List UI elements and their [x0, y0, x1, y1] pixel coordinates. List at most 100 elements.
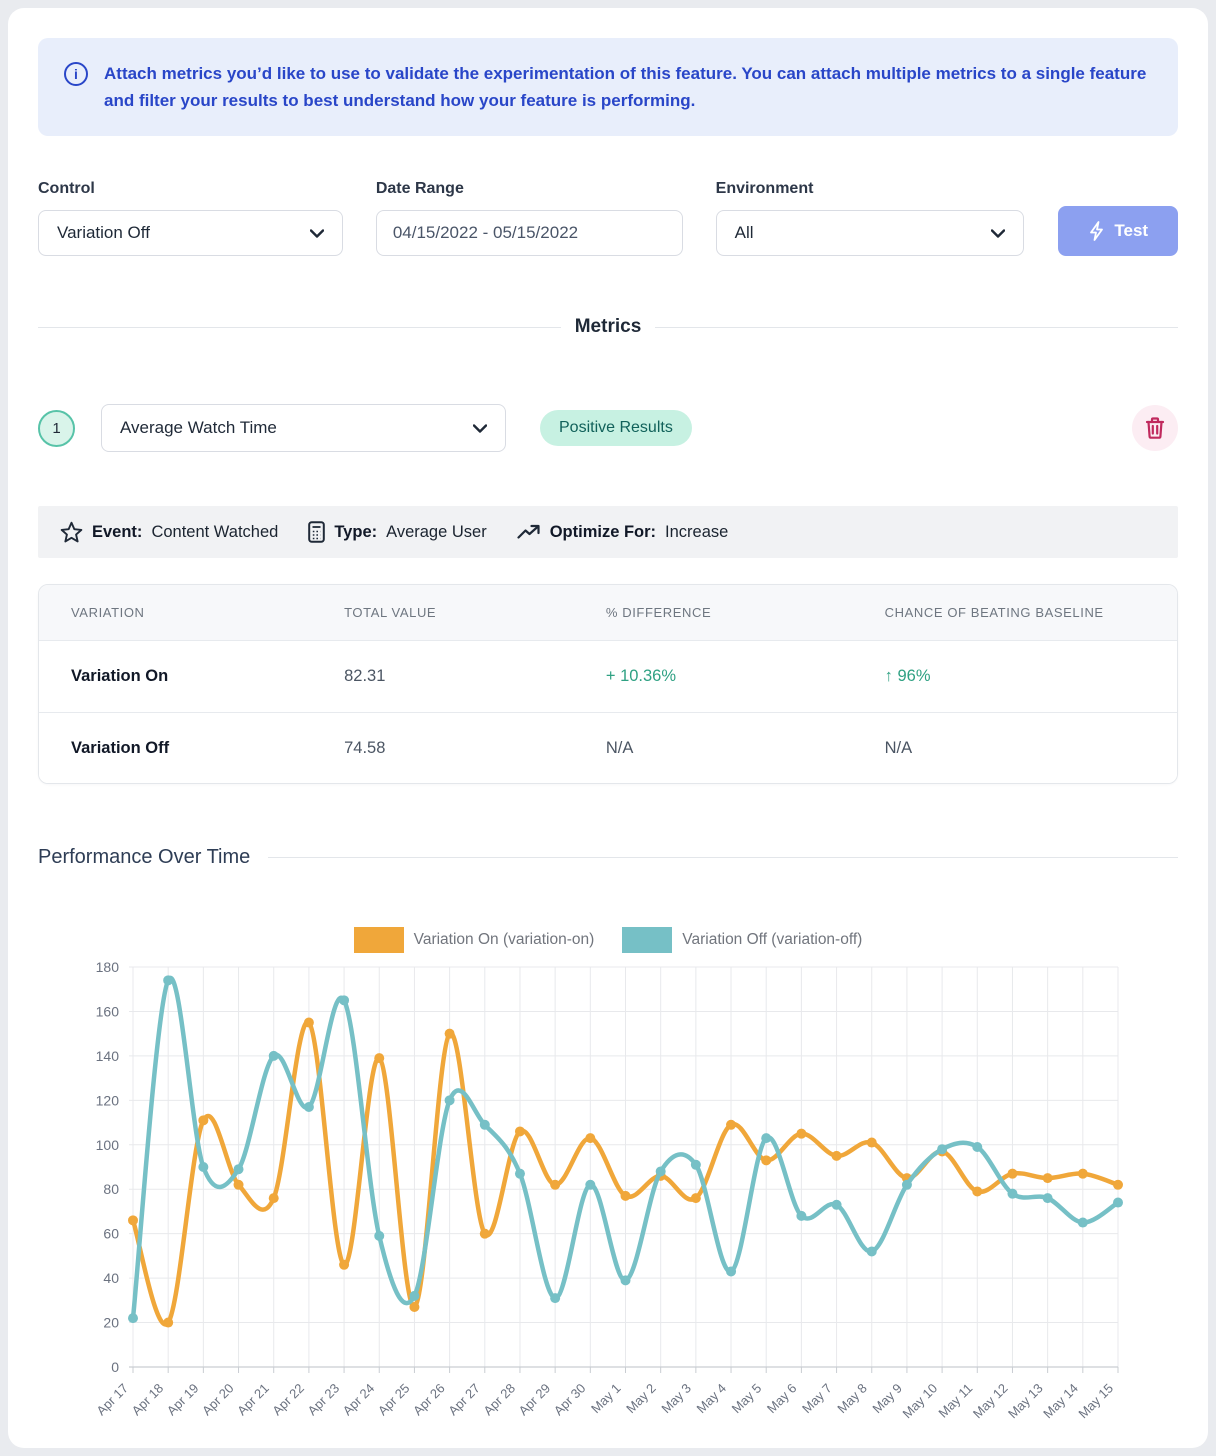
y-axis-tick-label: 140 [96, 1048, 120, 1064]
x-axis-tick-label: May 12 [970, 1381, 1011, 1422]
info-icon: i [64, 62, 88, 86]
metric-index-badge: 1 [38, 410, 75, 447]
date-range-input[interactable] [376, 210, 683, 256]
data-point [937, 1144, 947, 1154]
table-header-row: VARIATION TOTAL VALUE % DIFFERENCE CHANC… [39, 585, 1177, 641]
feature-metrics-panel: i Attach metrics you’d like to use to va… [8, 8, 1208, 1448]
performance-section-title: Performance Over Time [38, 846, 250, 869]
data-point [374, 1053, 384, 1063]
data-point [832, 1151, 842, 1161]
environment-select[interactable]: All [716, 210, 1025, 256]
event-value: Content Watched [151, 523, 278, 542]
control-select[interactable]: Variation Off [38, 210, 343, 256]
column-header-total-value: TOTAL VALUE [312, 605, 574, 620]
data-point [691, 1193, 701, 1203]
column-header-difference: % DIFFERENCE [574, 605, 853, 620]
x-axis-tick-label: May 14 [1040, 1381, 1081, 1422]
data-point [972, 1142, 982, 1152]
x-axis-tick-label: May 8 [834, 1381, 870, 1417]
data-point [409, 1291, 419, 1301]
data-point [480, 1229, 490, 1239]
data-point [269, 1193, 279, 1203]
data-point [480, 1120, 490, 1130]
chart-legend: Variation On (variation-on) Variation Of… [38, 927, 1178, 953]
x-axis-tick-label: Apr 17 [93, 1381, 131, 1419]
optimize-for-label: Optimize For: [550, 523, 656, 542]
x-axis-tick-label: Apr 24 [340, 1381, 378, 1419]
type-value: Average User [386, 523, 487, 542]
metrics-section-title: Metrics [575, 316, 642, 338]
data-point [726, 1266, 736, 1276]
y-axis-tick-label: 40 [103, 1270, 119, 1286]
x-axis-tick-label: May 13 [1005, 1381, 1046, 1422]
data-point [339, 1260, 349, 1270]
date-range-label: Date Range [376, 180, 683, 198]
x-axis-tick-label: Apr 27 [445, 1381, 483, 1419]
x-axis-tick-label: Apr 25 [375, 1381, 413, 1419]
metric-select[interactable]: Average Watch Time [101, 404, 506, 452]
chevron-down-icon [991, 229, 1005, 238]
x-axis-tick-label: Apr 19 [164, 1381, 202, 1419]
y-axis-tick-label: 180 [96, 959, 120, 975]
data-point [163, 975, 173, 985]
data-point [304, 1018, 314, 1028]
lightning-bolt-icon [1088, 221, 1105, 241]
legend-item-variation-off[interactable]: Variation Off (variation-off) [622, 927, 862, 953]
total-value: 74.58 [312, 739, 574, 758]
y-axis-tick-label: 0 [111, 1359, 119, 1375]
environment-select-value: All [735, 223, 754, 243]
chevron-down-icon [473, 424, 487, 433]
chart-grid: 020406080100120140160180Apr 17Apr 18Apr … [93, 959, 1118, 1421]
x-axis-tick-label: May 1 [588, 1381, 624, 1417]
data-point [796, 1129, 806, 1139]
results-table: VARIATION TOTAL VALUE % DIFFERENCE CHANC… [38, 584, 1178, 784]
variation-name: Variation On [39, 667, 312, 686]
data-point [867, 1246, 877, 1256]
test-button[interactable]: Test [1058, 206, 1178, 256]
data-point [269, 1051, 279, 1061]
x-axis-tick-label: May 5 [729, 1381, 765, 1417]
legend-item-variation-on[interactable]: Variation On (variation-on) [354, 927, 595, 953]
x-axis-tick-label: May 3 [658, 1381, 694, 1417]
data-point [515, 1126, 525, 1136]
data-point [1078, 1218, 1088, 1228]
data-point [198, 1162, 208, 1172]
data-point [585, 1180, 595, 1190]
optimize-for-value: Increase [665, 523, 728, 542]
y-axis-tick-label: 80 [103, 1181, 119, 1197]
type-label: Type: [334, 523, 377, 542]
type-detail: Type: Average User [308, 521, 486, 543]
environment-label: Environment [716, 180, 1025, 198]
event-detail: Event: Content Watched [60, 521, 278, 543]
column-header-chance: CHANCE OF BEATING BASELINE [853, 605, 1177, 620]
data-point [445, 1095, 455, 1105]
data-point [691, 1160, 701, 1170]
calculator-icon [308, 521, 325, 543]
x-axis-tick-label: May 2 [623, 1381, 659, 1417]
data-point [1113, 1198, 1123, 1208]
data-point [796, 1211, 806, 1221]
info-banner: i Attach metrics you’d like to use to va… [38, 38, 1178, 136]
data-point [761, 1155, 771, 1165]
metric-details-bar: Event: Content Watched Type: Average Use… [38, 506, 1178, 558]
legend-label-variation-on: Variation On (variation-on) [414, 931, 595, 949]
data-point [445, 1029, 455, 1039]
trending-up-icon [517, 524, 541, 540]
trash-icon [1144, 416, 1166, 440]
legend-label-variation-off: Variation Off (variation-off) [682, 931, 862, 949]
data-point [656, 1166, 666, 1176]
chevron-down-icon [310, 229, 324, 238]
star-icon [60, 521, 83, 543]
x-axis-tick-label: Apr 20 [199, 1381, 237, 1419]
delete-metric-button[interactable] [1132, 405, 1178, 451]
x-axis-tick-label: Apr 18 [129, 1381, 167, 1419]
metric-select-value: Average Watch Time [120, 418, 277, 438]
legend-swatch-variation-on [354, 927, 404, 953]
table-row: Variation On 82.31 + 10.36% ↑ 96% [39, 641, 1177, 712]
data-point [621, 1275, 631, 1285]
difference-value: N/A [574, 739, 853, 758]
y-axis-tick-label: 160 [96, 1003, 120, 1019]
data-point [550, 1180, 560, 1190]
data-point [867, 1138, 877, 1148]
variation-name: Variation Off [39, 739, 312, 758]
